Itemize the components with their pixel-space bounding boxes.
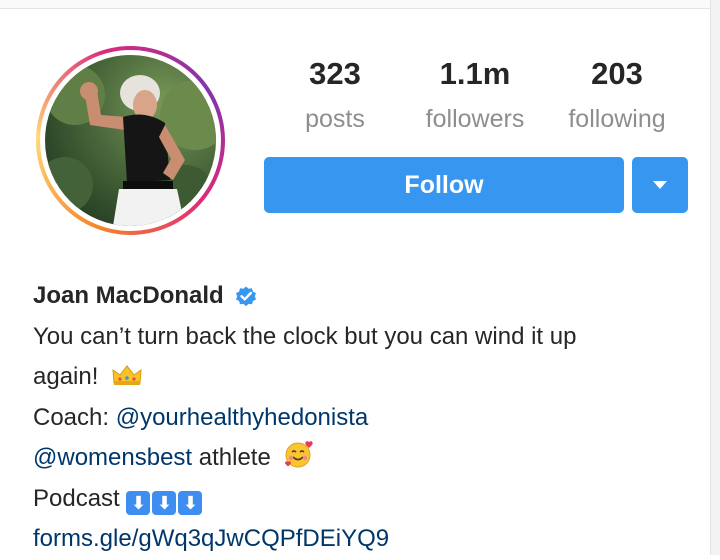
caret-down-icon (653, 181, 667, 189)
following-count: 203 (591, 56, 643, 91)
bio-line-2-text: again! (33, 363, 99, 390)
profile-name: Joan MacDonald (33, 282, 224, 309)
suggested-dropdown-button[interactable] (632, 157, 688, 213)
top-edge (0, 0, 720, 9)
stat-followers[interactable]: 1.1m followers (410, 56, 540, 134)
bio-line-2: again! (33, 357, 693, 398)
down-arrow-icon: ⬇ (126, 490, 151, 515)
coach-handle-link[interactable]: @yourhealthyhedonista (116, 404, 369, 431)
bio-line-coach: Coach: @yourhealthyhedonista (33, 398, 693, 439)
stat-posts[interactable]: 323 posts (290, 56, 380, 134)
avatar-illustration (45, 65, 216, 226)
profile-bio: Joan MacDonald You can’t turn back the c… (33, 276, 693, 560)
avatar-photo (45, 55, 216, 226)
scrollbar-track[interactable] (710, 0, 720, 555)
stat-following[interactable]: 203 following (554, 56, 680, 134)
podcast-label: Podcast (33, 484, 127, 512)
followers-count: 1.1m (439, 56, 511, 91)
bio-line-podcast: Podcast ⬇ ⬇ ⬇ (33, 479, 693, 520)
smiling-face-with-hearts-icon (284, 441, 313, 468)
profile-avatar[interactable] (36, 46, 225, 235)
following-label: following (568, 105, 666, 133)
athlete-text: athlete (192, 444, 271, 471)
brand-handle-link[interactable]: @womensbest (33, 444, 192, 471)
bio-line-1: You can’t turn back the clock but you ca… (33, 322, 577, 350)
down-arrow-icon: ⬇ (178, 490, 203, 515)
bio-line-athlete: @womensbest athlete (33, 438, 693, 479)
coach-prefix: Coach: (33, 403, 116, 431)
crown-icon (112, 365, 142, 385)
name-row: Joan MacDonald (33, 276, 693, 317)
bio-external-link[interactable]: forms.gle/gWq3qJwCQPfDEiYQ9 (33, 519, 693, 560)
follow-button[interactable]: Follow (264, 157, 624, 213)
posts-count: 323 (309, 56, 361, 91)
posts-label: posts (305, 105, 365, 133)
down-arrow-icon: ⬇ (152, 490, 177, 515)
followers-label: followers (425, 105, 525, 133)
verified-badge-icon (235, 286, 256, 307)
